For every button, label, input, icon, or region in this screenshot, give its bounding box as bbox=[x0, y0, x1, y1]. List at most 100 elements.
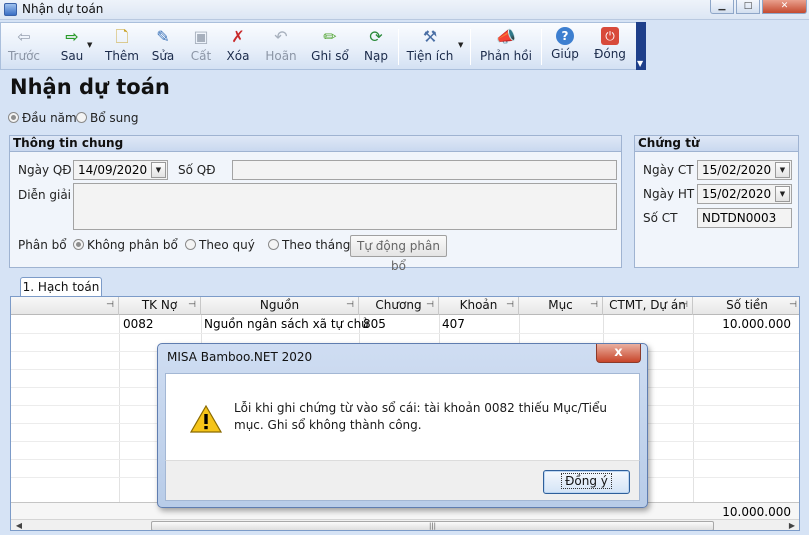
next-button[interactable]: ⇨ Sau bbox=[55, 25, 89, 69]
toolbar: ⇦ Trước ⇨ Sau ▼ 🗋 Thêm ✎ Sửa ▣ Cất ✗ Xóa… bbox=[0, 22, 646, 70]
accounting-date-field[interactable]: 15/02/2020 ▼ bbox=[697, 184, 792, 204]
save-button[interactable]: ▣ Cất bbox=[187, 25, 215, 69]
window-title: Nhận dự toán bbox=[22, 2, 104, 16]
radio-by-month[interactable]: Theo tháng bbox=[268, 238, 350, 252]
voucher-no-field[interactable]: NDTDN0003 bbox=[697, 208, 792, 228]
cell-item[interactable]: 407 bbox=[442, 317, 465, 331]
voucher-date-label: Ngày CT bbox=[643, 163, 694, 177]
grid-column-header[interactable]: Mục ⊣ bbox=[519, 297, 603, 315]
pin-icon[interactable]: ⊣ bbox=[590, 297, 598, 314]
page-title: Nhận dự toán bbox=[10, 75, 170, 99]
megaphone-icon: 📣 bbox=[496, 27, 516, 46]
help-icon: ? bbox=[556, 27, 574, 45]
total-amount: 10.000.000 bbox=[722, 505, 791, 519]
voucher-header: Chứng từ bbox=[635, 136, 798, 152]
undo-icon: ↶ bbox=[274, 27, 288, 46]
toolbar-overflow-button[interactable]: ▼ bbox=[636, 22, 646, 70]
decision-date-label: Ngày QĐ bbox=[18, 163, 72, 177]
error-dialog: MISA Bamboo.NET 2020 x Lỗi khi ghi chứng… bbox=[157, 343, 648, 508]
radio-button[interactable] bbox=[185, 239, 196, 250]
chevron-down-icon[interactable]: ▼ bbox=[151, 162, 166, 178]
radio-by-quarter[interactable]: Theo quý bbox=[185, 238, 255, 252]
pin-icon[interactable]: ⊣ bbox=[789, 297, 797, 314]
window-titlebar: Nhận dự toán ▁ □ ✕ bbox=[0, 0, 809, 20]
prev-button[interactable]: ⇦ Trước bbox=[5, 25, 43, 69]
radio-no-allocation[interactable]: Không phân bổ bbox=[73, 238, 178, 252]
pin-icon[interactable]: ⊣ bbox=[426, 297, 434, 314]
edit-icon: ✎ bbox=[156, 27, 170, 46]
floppy-disk-icon: ▣ bbox=[193, 27, 209, 46]
tab-accounting[interactable]: 1. Hạch toán bbox=[20, 277, 102, 297]
feedback-button[interactable]: 📣 Phản hồi bbox=[478, 25, 534, 69]
dialog-footer: Đồng ý bbox=[165, 460, 640, 501]
dialog-body: Lỗi khi ghi chứng từ vào sổ cái: tài kho… bbox=[165, 373, 640, 461]
chevron-down-icon[interactable]: ▼ bbox=[775, 186, 790, 202]
utilities-button[interactable]: ⚒ Tiện ích bbox=[405, 25, 455, 69]
minimize-button[interactable]: ▁ bbox=[710, 0, 734, 14]
grid-column-header[interactable]: Khoản ⊣ bbox=[439, 297, 519, 315]
radio-supplement[interactable]: Bổ sung bbox=[76, 111, 138, 125]
auto-allocate-button[interactable]: Tự động phân bổ bbox=[350, 235, 447, 273]
voucher-date-field[interactable]: 15/02/2020 ▼ bbox=[697, 160, 792, 180]
delete-button[interactable]: ✗ Xóa bbox=[223, 25, 253, 69]
pin-icon[interactable]: ⊣ bbox=[680, 297, 688, 314]
grid-column-header[interactable]: TK Nợ ⊣ bbox=[119, 297, 201, 315]
post-button[interactable]: ✏ Ghi sổ bbox=[310, 25, 350, 69]
grid-column-header[interactable]: Nguồn ⊣ bbox=[201, 297, 359, 315]
tools-icon: ⚒ bbox=[422, 27, 438, 46]
reload-button[interactable]: ⟳ Nạp bbox=[361, 25, 391, 69]
maximize-button[interactable]: □ bbox=[736, 0, 760, 14]
radio-start-of-year[interactable]: Đầu năm bbox=[8, 111, 77, 125]
pin-icon[interactable]: ⊣ bbox=[188, 297, 196, 314]
power-icon: ⏻ bbox=[601, 27, 619, 45]
dialog-title: MISA Bamboo.NET 2020 bbox=[167, 350, 313, 364]
scroll-left-icon[interactable]: ◀ bbox=[13, 520, 25, 530]
grid-header: ⊣ TK Nợ ⊣ Nguồn ⊣ Chương ⊣ Khoản ⊣ Mục ⊣ CTMT… bbox=[11, 297, 799, 315]
pin-icon[interactable]: ⊣ bbox=[506, 297, 514, 314]
app-icon bbox=[4, 3, 17, 16]
decision-date-field[interactable]: 14/09/2020 ▼ bbox=[73, 160, 168, 180]
cell-chapter[interactable]: 805 bbox=[363, 317, 386, 331]
dialog-close-button[interactable]: x bbox=[596, 344, 641, 363]
add-button[interactable]: 🗋 Thêm bbox=[103, 25, 141, 69]
scrollbar-thumb[interactable]: ||| bbox=[151, 521, 714, 530]
edit-button[interactable]: ✎ Sửa bbox=[147, 25, 179, 69]
cell-debit-account[interactable]: 0082 bbox=[123, 317, 154, 331]
description-field[interactable] bbox=[73, 183, 617, 230]
decision-no-field[interactable] bbox=[232, 160, 617, 180]
grid-column-header[interactable]: Chương ⊣ bbox=[359, 297, 439, 315]
toolbar-separator bbox=[398, 29, 399, 65]
window-close-button[interactable]: ✕ bbox=[762, 0, 807, 14]
general-info-group: Thông tin chung Ngày QĐ 14/09/2020 ▼ Số … bbox=[9, 135, 622, 273]
undo-button[interactable]: ↶ Hoãn bbox=[263, 25, 299, 69]
refresh-icon: ⟳ bbox=[369, 27, 383, 46]
radio-button[interactable] bbox=[76, 112, 87, 123]
cell-amount[interactable]: 10.000.000 bbox=[693, 317, 791, 331]
utilities-dropdown-arrow[interactable]: ▼ bbox=[458, 41, 463, 49]
pin-icon[interactable]: ⊣ bbox=[346, 297, 354, 314]
close-button[interactable]: ⏻ Đóng bbox=[591, 25, 629, 69]
radio-button[interactable] bbox=[8, 112, 19, 123]
grid-column-header[interactable]: CTMT, Dự án ⊣ bbox=[603, 297, 693, 315]
next-dropdown-arrow[interactable]: ▼ bbox=[87, 41, 92, 49]
chevron-down-icon: ▼ bbox=[637, 59, 644, 68]
voucher-no-label: Số CT bbox=[643, 211, 678, 225]
help-button[interactable]: ? Giúp bbox=[548, 25, 582, 69]
radio-button[interactable] bbox=[73, 239, 84, 250]
ok-button[interactable]: Đồng ý bbox=[543, 470, 630, 494]
cell-source[interactable]: Nguồn ngân sách xã tự chủ bbox=[204, 317, 369, 331]
accounting-date-label: Ngày HT bbox=[643, 187, 695, 201]
general-info-header: Thông tin chung bbox=[10, 136, 621, 152]
description-label: Diễn giải bbox=[18, 188, 72, 202]
warning-icon bbox=[190, 405, 222, 433]
grid-divider bbox=[11, 333, 799, 334]
scroll-right-icon[interactable]: ▶ bbox=[786, 520, 798, 530]
grid-column-header[interactable]: ⊣ bbox=[11, 297, 119, 315]
horizontal-scrollbar[interactable]: ◀ ||| ▶ bbox=[11, 519, 799, 530]
chevron-down-icon[interactable]: ▼ bbox=[775, 162, 790, 178]
toolbar-separator bbox=[541, 29, 542, 65]
pin-icon[interactable]: ⊣ bbox=[106, 297, 114, 314]
grid-column-header[interactable]: Số tiền ⊣ bbox=[693, 297, 799, 315]
decision-no-label: Số QĐ bbox=[178, 163, 216, 177]
radio-button[interactable] bbox=[268, 239, 279, 250]
